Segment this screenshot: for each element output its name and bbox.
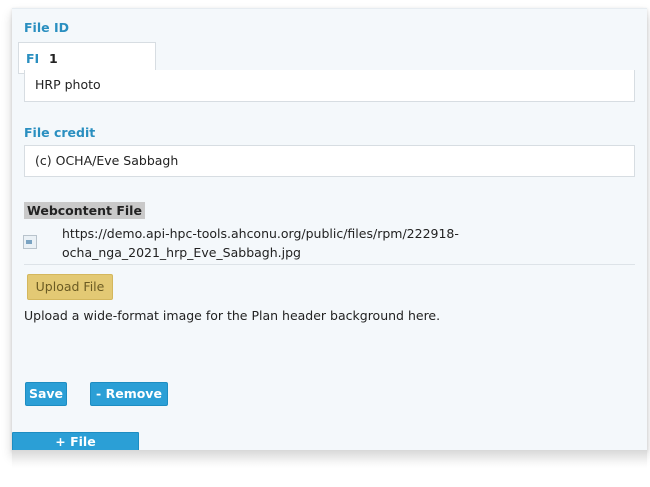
broken-image-icon — [23, 235, 37, 249]
webcontent-url-line2: ocha_nga_2021_hrp_Eve_Sabbagh.jpg — [62, 245, 301, 260]
divider — [24, 264, 635, 265]
file-credit-label: File credit — [24, 125, 96, 140]
save-button[interactable]: Save — [25, 382, 67, 406]
webcontent-file-label: Webcontent File — [24, 202, 145, 219]
file-id-prefix: FI — [26, 51, 40, 66]
file-id-value: 1 — [49, 51, 58, 66]
add-file-webcontent-button[interactable]: + File webcontent — [12, 432, 139, 467]
webcontent-file-url[interactable]: https://demo.api-hpc-tools.ahconu.org/pu… — [62, 224, 459, 262]
panel-shadow — [12, 450, 647, 468]
file-credit-field[interactable]: (c) OCHA/Eve Sabbagh — [24, 145, 635, 177]
remove-button[interactable]: - Remove — [90, 382, 168, 406]
webcontent-url-line1: https://demo.api-hpc-tools.ahconu.org/pu… — [62, 226, 459, 241]
upload-file-button[interactable]: Upload File — [27, 274, 113, 300]
title-field[interactable]: HRP photo — [24, 70, 635, 102]
file-id-label: File ID — [24, 20, 69, 35]
upload-help-text: Upload a wide-format image for the Plan … — [24, 308, 441, 323]
